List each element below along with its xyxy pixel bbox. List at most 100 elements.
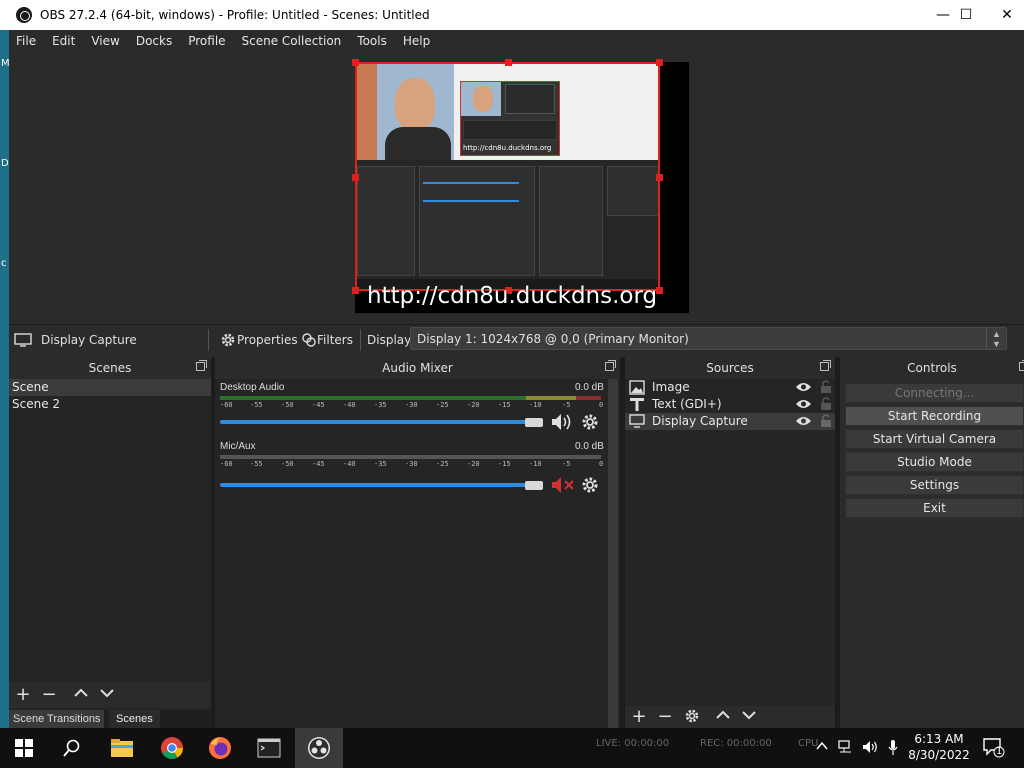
volume-slider-handle[interactable] (525, 481, 543, 490)
desktop-icon-label: c (1, 258, 7, 269)
source-name: Text (GDI+) (652, 397, 722, 411)
overlay-text: http://cdn8u.duckdns.org (367, 283, 658, 309)
gear-icon[interactable] (581, 413, 599, 434)
controls-header: Controls (840, 357, 1024, 379)
display-select-value: Display 1: 1024x768 @ 0,0 (Primary Monit… (417, 332, 689, 346)
lock-icon[interactable] (820, 396, 832, 414)
start-streaming-button[interactable]: Connecting... (845, 383, 1024, 403)
network-icon[interactable] (838, 740, 854, 758)
start-virtual-camera-button[interactable]: Start Virtual Camera (845, 429, 1024, 449)
notification-icon[interactable]: 1 (983, 738, 1005, 762)
close-button[interactable]: ✕ (984, 0, 1024, 30)
resize-handle[interactable] (656, 59, 663, 66)
speaker-icon[interactable] (550, 412, 574, 435)
menu-edit[interactable]: Edit (44, 34, 83, 48)
eye-icon[interactable] (795, 415, 812, 430)
exit-button[interactable]: Exit (845, 498, 1024, 518)
studio-mode-button[interactable]: Studio Mode (845, 452, 1024, 472)
level-meter-yellow (526, 396, 576, 400)
channel-name: Mic/Aux (220, 441, 256, 452)
move-up-icon[interactable] (71, 685, 91, 705)
sources-header: Sources (625, 357, 835, 379)
move-up-icon[interactable] (713, 707, 733, 727)
system-clock[interactable]: 6:13 AM 8/30/2022 (904, 731, 974, 763)
file-explorer-icon[interactable] (98, 728, 146, 768)
level-meter-muted (220, 455, 601, 459)
remove-source-button[interactable]: − (655, 707, 675, 727)
muted-speaker-icon[interactable] (550, 475, 576, 498)
resize-handle[interactable] (352, 59, 359, 66)
search-icon[interactable] (48, 728, 96, 768)
source-name: Display Capture (652, 414, 748, 428)
lock-icon[interactable] (820, 379, 832, 397)
channel-level: 0.0 dB (575, 382, 604, 393)
menu-tools[interactable]: Tools (349, 34, 395, 48)
filters-icon[interactable] (301, 332, 317, 351)
terminal-icon[interactable] (245, 728, 293, 768)
undock-icon[interactable] (1019, 360, 1024, 371)
menu-view[interactable]: View (83, 34, 127, 48)
undock-icon[interactable] (820, 360, 831, 371)
move-down-icon[interactable] (739, 707, 759, 727)
volume-slider-handle[interactable] (525, 418, 543, 427)
start-recording-button[interactable]: Start Recording (845, 406, 1024, 426)
scene-item[interactable]: Scene (9, 379, 211, 396)
dock-tab-bar: Scene Transitions Scenes (9, 710, 211, 728)
gear-icon[interactable] (220, 332, 236, 351)
add-scene-button[interactable]: + (13, 685, 33, 705)
scrollbar[interactable] (608, 379, 618, 728)
settings-button[interactable]: Settings (845, 475, 1024, 495)
resize-handle[interactable] (352, 287, 359, 294)
microphone-icon[interactable] (888, 740, 898, 760)
tab-scene-transitions[interactable]: Scene Transitions (9, 710, 105, 728)
filters-button[interactable]: Filters (317, 333, 353, 347)
notification-count: 1 (996, 746, 1003, 757)
menu-docks[interactable]: Docks (128, 34, 180, 48)
scenes-dock: Scenes Scene Scene 2 + − Scene Transitio… (9, 357, 211, 728)
remove-scene-button[interactable]: − (39, 685, 59, 705)
maximize-button[interactable]: ☐ (943, 0, 989, 30)
add-source-button[interactable]: + (629, 707, 649, 727)
resize-handle[interactable] (505, 59, 512, 66)
live-status: LIVE: 00:00:00 (596, 738, 670, 749)
level-meter-green (220, 396, 526, 400)
taskbar: 6:13 AM 8/30/2022 1 (0, 728, 1024, 768)
menu-help[interactable]: Help (395, 34, 438, 48)
menu-scene-collection[interactable]: Scene Collection (234, 34, 350, 48)
volume-slider-track[interactable] (220, 483, 542, 487)
resize-handle[interactable] (656, 174, 663, 181)
tab-scenes[interactable]: Scenes (109, 710, 160, 728)
eye-icon[interactable] (795, 398, 812, 413)
scenes-toolbar: + − (9, 682, 211, 708)
resize-handle[interactable] (352, 174, 359, 181)
source-name: Image (652, 380, 690, 394)
chrome-icon[interactable] (148, 728, 196, 768)
firefox-icon[interactable] (196, 728, 244, 768)
windows-start-button[interactable] (0, 728, 48, 768)
obs-taskbar-icon[interactable] (295, 728, 343, 768)
volume-slider-track[interactable] (220, 420, 542, 424)
undock-icon[interactable] (605, 360, 616, 371)
menu-profile[interactable]: Profile (180, 34, 233, 48)
selection-bounds[interactable] (352, 59, 663, 294)
source-row[interactable]: Display Capture (625, 413, 835, 430)
audio-mixer-dock: Audio Mixer Desktop Audio 0.0 dB -60 -55… (215, 357, 620, 728)
gear-icon[interactable] (682, 708, 702, 728)
current-source-name: Display Capture (41, 333, 137, 347)
eye-icon[interactable] (795, 381, 812, 396)
properties-button[interactable]: Properties (237, 333, 298, 347)
scene-item[interactable]: Scene 2 (9, 396, 211, 413)
menu-file[interactable]: File (9, 34, 44, 48)
spinner-arrows-icon[interactable]: ▲ ▼ (986, 328, 1006, 349)
source-row[interactable]: Image (625, 379, 835, 396)
display-select[interactable]: Display 1: 1024x768 @ 0,0 (Primary Monit… (410, 327, 1007, 350)
source-row[interactable]: Text (GDI+) (625, 396, 835, 413)
undock-icon[interactable] (196, 360, 207, 371)
monitor-icon (629, 414, 645, 432)
sources-toolbar: + − (625, 706, 835, 728)
gear-icon[interactable] (581, 476, 599, 497)
monitor-icon (14, 333, 32, 350)
lock-icon[interactable] (820, 413, 832, 431)
volume-icon[interactable] (862, 740, 880, 758)
move-down-icon[interactable] (97, 685, 117, 705)
